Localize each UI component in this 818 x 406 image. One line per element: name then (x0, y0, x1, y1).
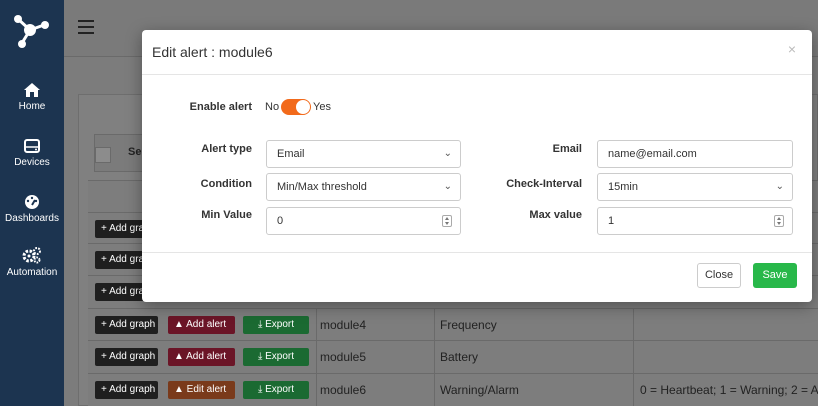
menu-icon[interactable] (78, 20, 94, 34)
row-name: module5 (320, 350, 367, 364)
filter-label: Se (128, 146, 142, 158)
add-graph-button[interactable]: + Add graph (95, 381, 158, 399)
sidebar-item-label: Dashboards (5, 213, 59, 224)
modal-title: Edit alert : module6 (152, 44, 273, 60)
sidebar-item-label: Home (18, 101, 46, 112)
export-button[interactable]: ⤓ Export (243, 348, 309, 366)
export-button[interactable]: ⤓ Export (243, 316, 309, 334)
max-value-label: Max value (529, 209, 582, 221)
add-alert-button[interactable]: ▲ Add alert (168, 316, 235, 334)
alert-type-select[interactable]: Email ⌄ (266, 140, 461, 168)
edit-alert-button[interactable]: ▲ Edit alert (168, 381, 235, 399)
device-icon (24, 139, 40, 153)
row-description: 0 = Heartbeat; 1 = Warning; 2 = Alarm (640, 383, 818, 397)
add-graph-button[interactable]: + Add graph (95, 316, 158, 334)
add-graph-button[interactable]: + Add graph (95, 348, 158, 366)
table-row: + Add graph ▲ Add alert ⤓ Export module4… (88, 308, 818, 341)
save-button[interactable]: Save (753, 263, 797, 288)
logo-icon[interactable] (8, 8, 52, 52)
condition-select[interactable]: Min/Max threshold ⌄ (266, 173, 461, 201)
sidebar-item-label: Automation (6, 267, 58, 278)
select-all-checkbox[interactable] (95, 147, 111, 163)
modal-header: Edit alert : module6 × (142, 30, 812, 75)
row-type: Frequency (440, 318, 497, 332)
check-interval-label: Check-Interval (506, 178, 582, 190)
row-name: module6 (320, 383, 367, 397)
table-row: + Add graph ▲ Edit alert ⤓ Export module… (88, 373, 818, 406)
enable-alert-label: Enable alert (189, 101, 252, 113)
add-alert-button[interactable]: ▲ Add alert (168, 348, 235, 366)
export-button[interactable]: ⤓ Export (243, 381, 309, 399)
sidebar-item-dashboards[interactable]: Dashboards (0, 194, 64, 224)
close-icon[interactable]: × (788, 41, 796, 57)
sidebar-item-devices[interactable]: Devices (0, 138, 64, 168)
chevron-down-icon: ⌄ (443, 148, 452, 159)
row-type: Battery (440, 350, 479, 364)
sidebar-item-automation[interactable]: Automation (0, 246, 64, 278)
min-value-label: Min Value (201, 209, 252, 221)
gauge-icon (25, 195, 39, 209)
stepper-icon (774, 215, 784, 227)
alert-type-label: Alert type (201, 143, 252, 155)
chevron-down-icon: ⌄ (775, 181, 784, 192)
email-field[interactable]: name@email.com (597, 140, 793, 168)
row-type: Warning/Alarm (440, 383, 519, 397)
enable-alert-toggle[interactable] (281, 99, 311, 115)
close-button[interactable]: Close (697, 263, 741, 288)
home-icon (24, 83, 40, 97)
table-row: + Add graph ▲ Add alert ⤓ Export module5… (88, 340, 818, 373)
gears-icon (22, 247, 41, 264)
max-value-input[interactable]: 1 (597, 207, 793, 235)
condition-label: Condition (200, 178, 252, 190)
sidebar: Home Devices Dashboards Automation (0, 0, 64, 406)
modal-footer-divider (142, 252, 812, 253)
edit-alert-modal: Edit alert : module6 × Enable alert No Y… (142, 30, 812, 302)
toggle-off-label: No (265, 101, 280, 113)
row-name: module4 (320, 318, 367, 332)
min-value-input[interactable]: 0 (266, 207, 461, 235)
chevron-down-icon: ⌄ (443, 181, 452, 192)
toggle-on-label: Yes (313, 101, 331, 113)
email-label: Email (552, 143, 582, 155)
sidebar-item-home[interactable]: Home (0, 82, 64, 112)
check-interval-select[interactable]: 15min ⌄ (597, 173, 793, 201)
stepper-icon (442, 215, 452, 227)
sidebar-item-label: Devices (14, 157, 50, 168)
